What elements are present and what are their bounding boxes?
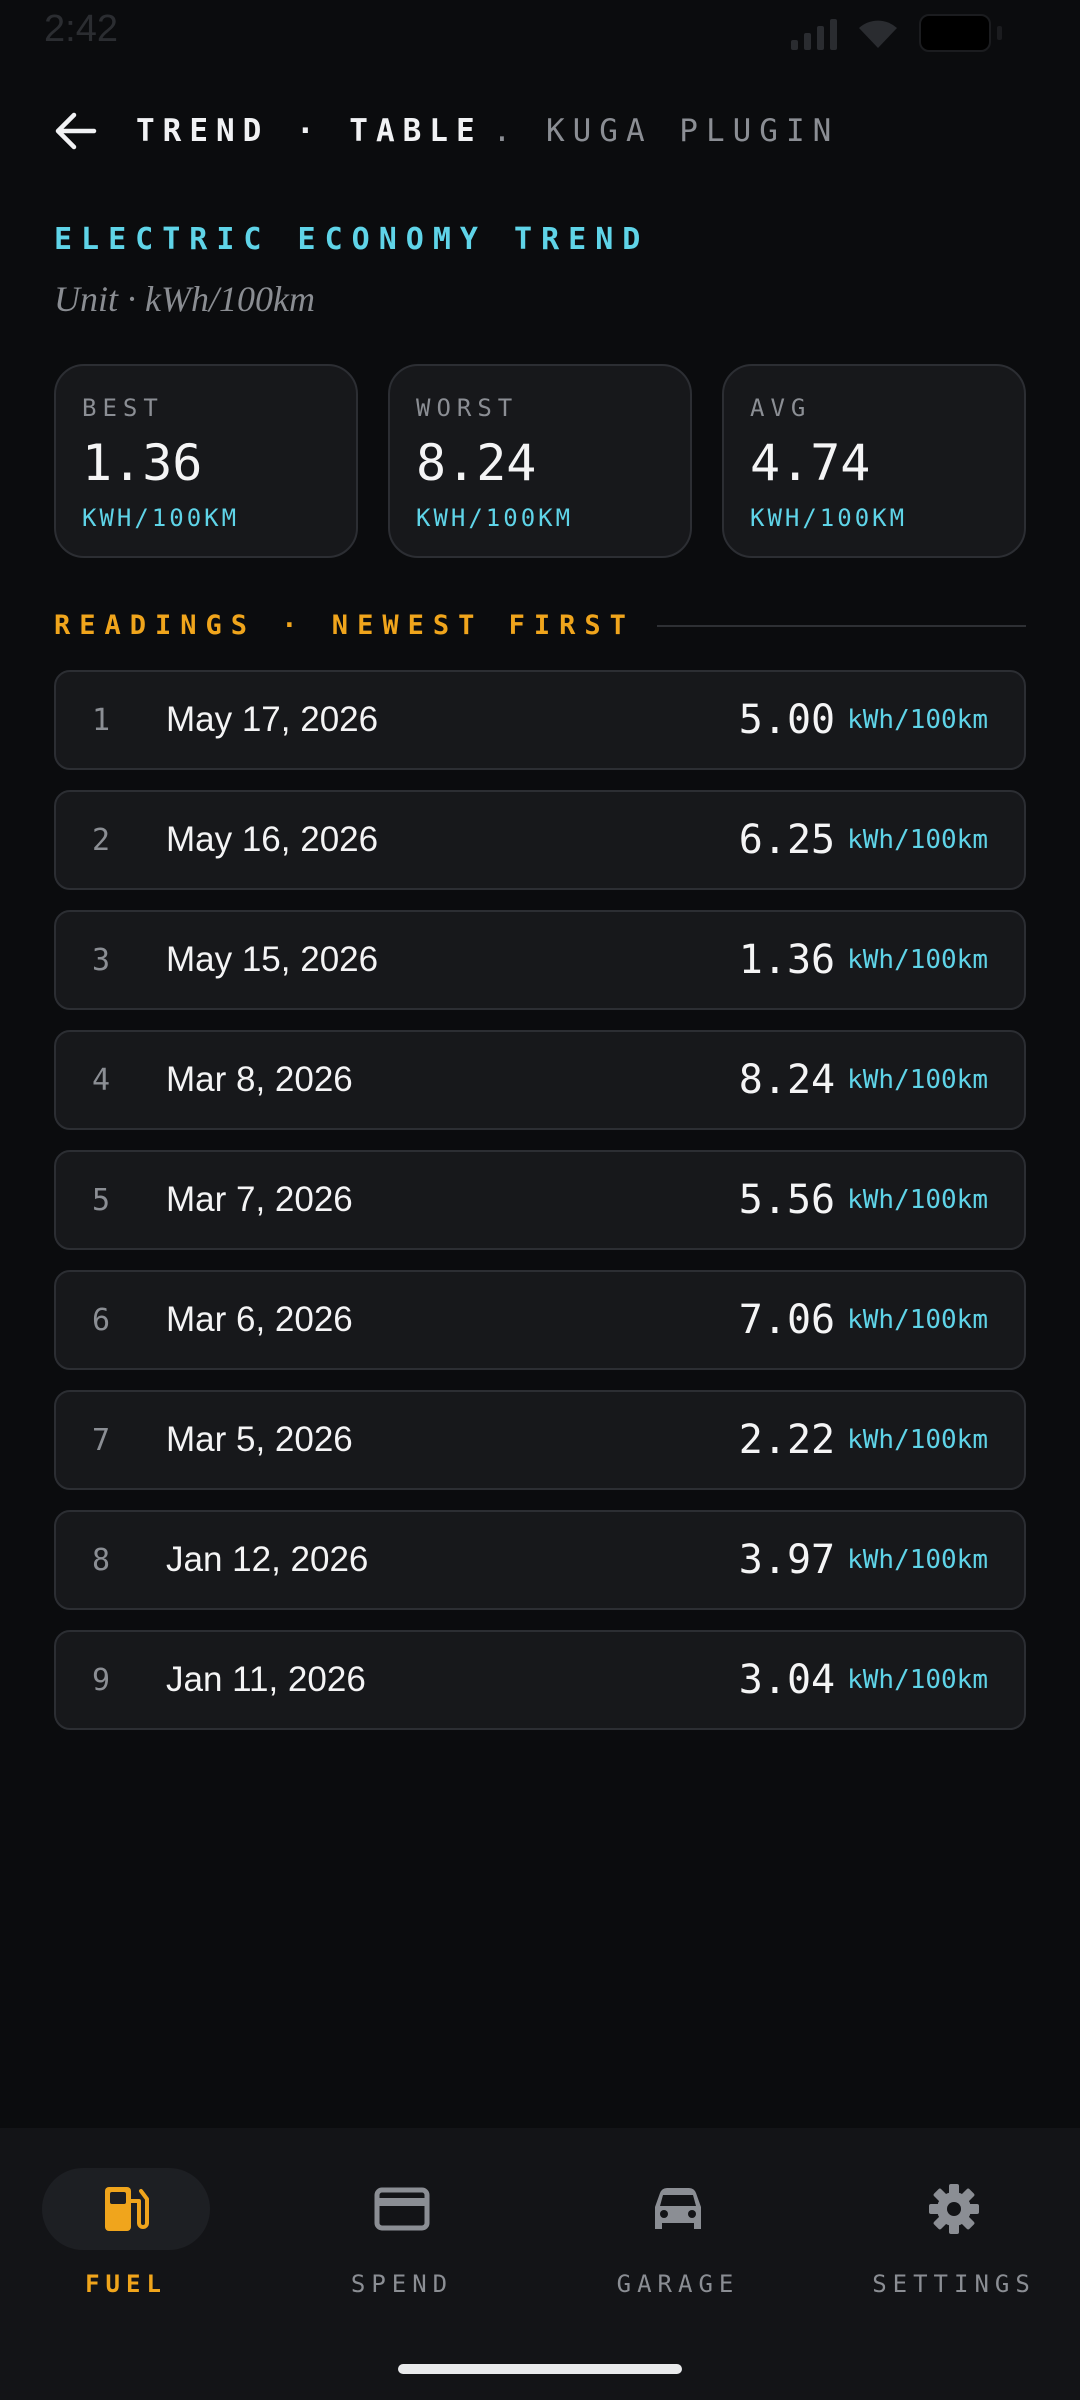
divider [656, 624, 1026, 627]
row-date: Jan 11, 2026 [166, 1660, 366, 1699]
stats-cards: BEST 1.36 KWH/100KM WORST 8.24 KWH/100KM… [54, 364, 1026, 558]
readings-header: READINGS · NEWEST FIRST [54, 610, 1026, 641]
row-index: 1 [92, 702, 111, 738]
car-icon [655, 2188, 701, 2229]
row-value: 1.36 [738, 937, 836, 983]
row-index: 6 [92, 1302, 111, 1338]
list-item[interactable]: 7 Mar 5, 2026 2.22 kWh/100km [54, 1390, 1026, 1490]
top-app-bar: TREND · TABLE . KUGA PLUGIN [52, 96, 1028, 166]
row-index: 9 [92, 1662, 111, 1698]
status-icons [791, 14, 1002, 52]
nav-item-garage[interactable]: GARAGE [578, 2168, 778, 2298]
list-item[interactable]: 5 Mar 7, 2026 5.56 kWh/100km [54, 1150, 1026, 1250]
row-value: 5.00 [738, 697, 836, 743]
row-date: Mar 7, 2026 [166, 1180, 353, 1219]
row-unit: kWh/100km [847, 705, 988, 735]
nav-label: SETTINGS [872, 2270, 1036, 2298]
stat-label: WORST [416, 394, 519, 422]
row-unit: kWh/100km [847, 1425, 988, 1455]
stat-card-worst: WORST 8.24 KWH/100KM [388, 364, 692, 558]
signal-icon [791, 16, 837, 50]
nav-label: GARAGE [616, 2270, 740, 2298]
row-unit: kWh/100km [847, 1305, 988, 1335]
breadcrumb-title: TREND · TABLE [136, 113, 483, 149]
row-index: 3 [92, 942, 111, 978]
nav-pill [870, 2168, 1038, 2250]
nav-pill [594, 2168, 762, 2250]
row-value: 3.04 [738, 1657, 836, 1703]
row-index: 2 [92, 822, 111, 858]
row-unit: kWh/100km [847, 945, 988, 975]
row-date: Mar 5, 2026 [166, 1420, 353, 1459]
row-value: 6.25 [738, 817, 836, 863]
nav-item-fuel[interactable]: FUEL [26, 2168, 226, 2298]
status-time: 2:42 [44, 8, 118, 50]
bottom-nav: FUEL SPEND GARAGE SETTINGS [0, 2128, 1080, 2400]
status-bar: 2:42 [0, 0, 1080, 60]
list-item[interactable]: 8 Jan 12, 2026 3.97 kWh/100km [54, 1510, 1026, 1610]
stat-label: BEST [82, 394, 164, 422]
unit-label: Unit · kWh/100km [54, 279, 315, 319]
home-indicator[interactable] [398, 2364, 682, 2374]
row-value: 2.22 [738, 1417, 836, 1463]
stat-card-best: BEST 1.36 KWH/100KM [54, 364, 358, 558]
fuel-pump-icon [105, 2187, 149, 2231]
battery-nub [997, 26, 1002, 40]
back-arrow-icon[interactable] [52, 108, 98, 154]
readings-list: 1 May 17, 2026 5.00 kWh/100km 2 May 16, … [54, 670, 1026, 1750]
page-title: ELECTRIC ECONOMY TREND [54, 222, 650, 257]
nav-item-spend[interactable]: SPEND [302, 2168, 502, 2298]
row-date: May 15, 2026 [166, 940, 379, 979]
nav-label: SPEND [350, 2270, 454, 2298]
row-date: Mar 6, 2026 [166, 1300, 353, 1339]
row-index: 8 [92, 1542, 111, 1578]
row-index: 5 [92, 1182, 111, 1218]
nav-pill [318, 2168, 486, 2250]
row-date: Mar 8, 2026 [166, 1060, 353, 1099]
row-unit: kWh/100km [847, 1665, 988, 1695]
list-item[interactable]: 2 May 16, 2026 6.25 kWh/100km [54, 790, 1026, 890]
stat-value: 8.24 [416, 434, 537, 492]
list-item[interactable]: 3 May 15, 2026 1.36 kWh/100km [54, 910, 1026, 1010]
row-value: 3.97 [738, 1537, 836, 1583]
stat-unit: KWH/100KM [750, 504, 908, 532]
row-unit: kWh/100km [847, 1185, 988, 1215]
stat-value: 4.74 [750, 434, 871, 492]
nav-item-settings[interactable]: SETTINGS [854, 2168, 1054, 2298]
stat-unit: KWH/100KM [82, 504, 240, 532]
row-date: Jan 12, 2026 [166, 1540, 369, 1579]
row-value: 8.24 [738, 1057, 836, 1103]
row-unit: kWh/100km [847, 1065, 988, 1095]
gear-icon [929, 2184, 979, 2234]
row-index: 7 [92, 1422, 111, 1458]
row-value: 7.06 [738, 1297, 836, 1343]
credit-card-icon [374, 2187, 430, 2231]
nav-pill [42, 2168, 210, 2250]
readings-title: READINGS · NEWEST FIRST [54, 610, 635, 641]
stat-unit: KWH/100KM [416, 504, 574, 532]
stat-label: AVG [750, 394, 812, 422]
breadcrumb-subtitle: . KUGA PLUGIN [492, 113, 840, 149]
nav-label: FUEL [85, 2270, 167, 2298]
row-index: 4 [92, 1062, 111, 1098]
row-unit: kWh/100km [847, 825, 988, 855]
stat-card-avg: AVG 4.74 KWH/100KM [722, 364, 1026, 558]
list-item[interactable]: 9 Jan 11, 2026 3.04 kWh/100km [54, 1630, 1026, 1730]
row-date: May 17, 2026 [166, 700, 379, 739]
battery-icon [919, 14, 991, 52]
stat-value: 1.36 [82, 434, 203, 492]
row-date: May 16, 2026 [166, 820, 379, 859]
list-item[interactable]: 4 Mar 8, 2026 8.24 kWh/100km [54, 1030, 1026, 1130]
wifi-icon [859, 20, 897, 48]
list-item[interactable]: 6 Mar 6, 2026 7.06 kWh/100km [54, 1270, 1026, 1370]
row-unit: kWh/100km [847, 1545, 988, 1575]
row-value: 5.56 [738, 1177, 836, 1223]
list-item[interactable]: 1 May 17, 2026 5.00 kWh/100km [54, 670, 1026, 770]
